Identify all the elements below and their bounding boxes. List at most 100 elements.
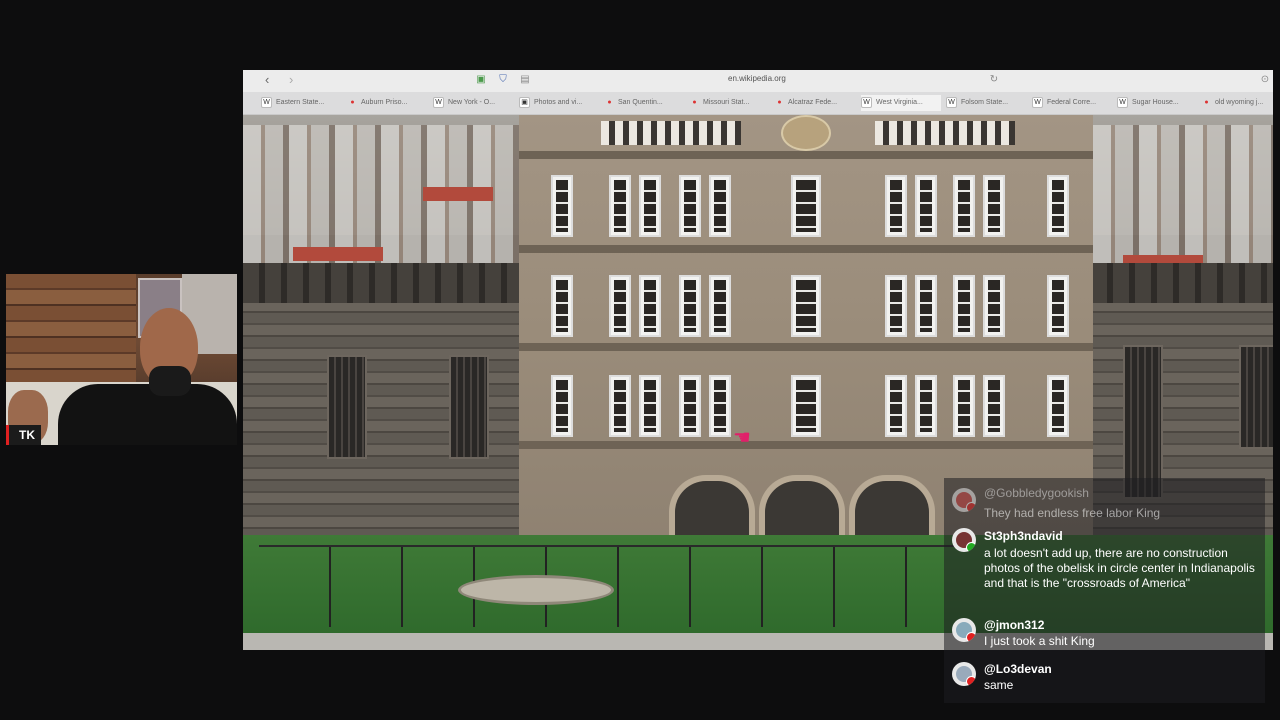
streamer-body bbox=[58, 384, 237, 445]
window bbox=[1047, 175, 1069, 237]
window bbox=[679, 375, 701, 437]
browser-tab[interactable]: ● Missouri Stat... bbox=[690, 95, 770, 111]
browser-tab[interactable]: W Federal Corre... bbox=[1032, 95, 1112, 111]
battlement-left bbox=[243, 263, 521, 303]
chat-text: I just took a shit King bbox=[984, 634, 1095, 648]
window bbox=[639, 275, 661, 337]
address-bar[interactable]: en.wikipedia.org bbox=[728, 74, 786, 83]
browser-tab[interactable]: ● Auburn Priso... bbox=[348, 95, 428, 111]
wing-window bbox=[327, 355, 367, 459]
browser-tab[interactable]: ● Alcatraz Fede... bbox=[775, 95, 855, 111]
tab-label: Sugar House... bbox=[1132, 99, 1179, 106]
back-icon[interactable]: ‹ bbox=[265, 72, 269, 87]
tab-label: Eastern State... bbox=[276, 99, 325, 106]
window bbox=[639, 175, 661, 237]
browser-tab[interactable]: ● old wyoming j... bbox=[1202, 95, 1273, 111]
window bbox=[983, 275, 1005, 337]
window bbox=[983, 175, 1005, 237]
platform-badge-icon bbox=[966, 542, 976, 552]
browser-tab[interactable]: W New York - O... bbox=[433, 95, 513, 111]
floor-band bbox=[519, 245, 1093, 253]
chat-text: same bbox=[984, 678, 1014, 692]
chat-username: St3ph3ndavid bbox=[984, 529, 1063, 543]
window bbox=[1047, 275, 1069, 337]
tab-label: Federal Corre... bbox=[1047, 99, 1097, 106]
window bbox=[551, 375, 573, 437]
window bbox=[609, 275, 631, 337]
browser-tab[interactable]: ● San Quentin... bbox=[605, 95, 685, 111]
reload-icon[interactable]: ↻ bbox=[988, 74, 1000, 86]
tab-label: Auburn Priso... bbox=[361, 99, 408, 106]
parapet bbox=[601, 121, 741, 145]
chat-text: They had endless free labor King bbox=[984, 506, 1161, 520]
browser-toolbar: ‹ › ▣ ⛉ ▤ en.wikipedia.org ↻ ⊙ bbox=[243, 70, 1273, 92]
tab-label: Photos and vi... bbox=[534, 99, 583, 106]
live-chat-overlay: @Gobbledygookish They had endless free l… bbox=[944, 478, 1265, 703]
user-avatar bbox=[952, 528, 976, 552]
window bbox=[709, 175, 731, 237]
window bbox=[915, 375, 937, 437]
window bbox=[551, 275, 573, 337]
webcam-feed: TK bbox=[6, 274, 237, 445]
tab-label: old wyoming j... bbox=[1215, 99, 1264, 106]
tab-favicon-icon: W bbox=[946, 96, 957, 108]
tab-bar: W Eastern State... ● Auburn Priso... W New Yo… bbox=[243, 92, 1273, 115]
window bbox=[983, 375, 1005, 437]
chat-username: @Gobbledygookish bbox=[984, 486, 1089, 500]
user-avatar bbox=[952, 618, 976, 642]
tab-label: Folsom State... bbox=[961, 99, 1009, 106]
window bbox=[791, 375, 821, 437]
tab-favicon-icon: ● bbox=[777, 98, 782, 106]
window bbox=[791, 175, 821, 237]
red-roof bbox=[423, 187, 493, 201]
tab-favicon-icon: ● bbox=[692, 98, 697, 106]
wing-window bbox=[1123, 345, 1163, 499]
chat-username: @jmon312 bbox=[984, 618, 1045, 632]
window bbox=[885, 175, 907, 237]
fountain bbox=[458, 575, 614, 605]
tab-favicon-icon: ▣ bbox=[519, 96, 530, 108]
window bbox=[679, 175, 701, 237]
window bbox=[609, 375, 631, 437]
window bbox=[709, 275, 731, 337]
wing-window bbox=[449, 355, 489, 459]
wing-window bbox=[1239, 345, 1273, 449]
floor-band bbox=[519, 343, 1093, 351]
tab-favicon-icon: ● bbox=[607, 98, 612, 106]
reader-icon[interactable]: ▤ bbox=[519, 74, 531, 86]
tab-label: New York - O... bbox=[448, 99, 496, 106]
extension-icon[interactable]: ▣ bbox=[475, 74, 487, 86]
tab-favicon-icon: W bbox=[861, 96, 872, 108]
window bbox=[679, 275, 701, 337]
browser-tab[interactable]: ▣ Photos and vi... bbox=[519, 95, 599, 111]
tab-favicon-icon: ● bbox=[1204, 98, 1209, 106]
window bbox=[639, 375, 661, 437]
chat-text: a lot doesn't add up, there are no const… bbox=[984, 546, 1255, 590]
window bbox=[709, 375, 731, 437]
microphone bbox=[149, 366, 191, 396]
clock-emblem bbox=[781, 115, 831, 151]
tab-favicon-icon: W bbox=[1117, 96, 1128, 108]
wood-wall bbox=[6, 274, 136, 384]
browser-tab[interactable]: W Eastern State... bbox=[261, 95, 341, 111]
forward-icon[interactable]: › bbox=[289, 72, 293, 87]
youtube-badge-icon bbox=[966, 676, 976, 686]
floor-band bbox=[519, 151, 1093, 159]
window bbox=[953, 375, 975, 437]
window bbox=[953, 275, 975, 337]
chat-username: @Lo3devan bbox=[984, 662, 1052, 676]
shield-icon[interactable]: ⛉ bbox=[497, 74, 509, 86]
youtube-badge-icon bbox=[966, 502, 976, 512]
hand-cursor-icon: ☚ bbox=[733, 427, 751, 449]
tab-favicon-icon: W bbox=[261, 96, 272, 108]
browser-tab[interactable]: W Sugar House... bbox=[1117, 95, 1197, 111]
window bbox=[885, 375, 907, 437]
webcam-name-tag: TK bbox=[6, 425, 41, 445]
battlement-right bbox=[1091, 263, 1273, 303]
browser-tab[interactable]: W West Virginia... bbox=[861, 95, 941, 111]
window bbox=[609, 175, 631, 237]
tab-favicon-icon: W bbox=[433, 96, 444, 108]
download-icon[interactable]: ⊙ bbox=[1259, 74, 1271, 86]
tab-label: West Virginia... bbox=[876, 99, 923, 106]
browser-tab[interactable]: W Folsom State... bbox=[946, 95, 1026, 111]
